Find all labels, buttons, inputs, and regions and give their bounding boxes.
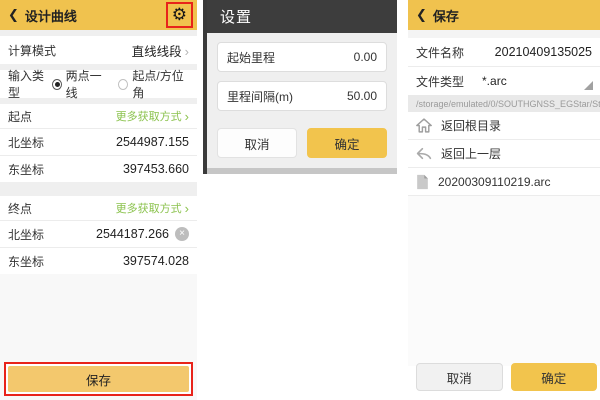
home-icon xyxy=(416,118,432,133)
dialog-cancel-button[interactable]: 取消 xyxy=(217,128,297,158)
save-button[interactable]: 保存 xyxy=(8,366,189,392)
annotation-box-gear: ⚙ xyxy=(166,2,193,28)
chevron-right-icon: › xyxy=(185,201,189,216)
east-label: 东坐标 xyxy=(8,161,44,178)
filename-label: 文件名称 xyxy=(416,44,464,61)
calc-mode-value: 直线线段› xyxy=(132,41,189,60)
start-north-row: 北坐标 2544987.155 xyxy=(0,129,197,155)
filetype-row[interactable]: 文件类型 *.arc xyxy=(408,67,600,95)
start-point-label: 起点 xyxy=(8,108,32,125)
design-curve-screen: ❮ 设计曲线 ⚙ 计算模式 直线线段› 输入类型 两点一线 xyxy=(0,0,197,400)
end-east-row: 东坐标 397574.028 xyxy=(0,248,197,274)
radio-azimuth[interactable]: 起点/方位角 xyxy=(118,67,189,101)
north-label: 北坐标 xyxy=(8,226,44,243)
list-item-up-dir[interactable]: 返回上一层 xyxy=(408,140,600,167)
filetype-value: *.arc xyxy=(482,74,507,88)
file-icon xyxy=(416,174,429,190)
north-label: 北坐标 xyxy=(8,134,44,151)
chevron-right-icon: › xyxy=(185,44,189,59)
interval-label: 里程间隔(m) xyxy=(227,88,293,105)
end-east-value[interactable]: 397574.028 xyxy=(123,254,189,268)
filetype-label: 文件类型 xyxy=(416,73,464,90)
list-item-root-dir[interactable]: 返回根目录 xyxy=(408,112,600,139)
calc-mode-row[interactable]: 计算模式 直线线段› xyxy=(0,36,197,64)
list-item-label: 返回根目录 xyxy=(441,117,501,134)
back-icon[interactable]: ❮ xyxy=(416,7,427,23)
start-point-section-row: 起点 更多获取方式› xyxy=(0,104,197,128)
screenshot-composite: ❮ 设计曲线 ⚙ 计算模式 直线线段› 输入类型 两点一线 xyxy=(0,0,600,400)
input-type-row: 输入类型 两点一线 起点/方位角 xyxy=(0,70,197,98)
list-item-file[interactable]: 20200309110219.arc xyxy=(408,168,600,195)
list-item-label: 20200309110219.arc xyxy=(438,175,551,189)
chevron-right-icon: › xyxy=(185,109,189,124)
radio-selected-icon xyxy=(52,79,62,90)
end-north-value[interactable]: 2544187.266 xyxy=(96,227,169,241)
design-curve-header: ❮ 设计曲线 ⚙ xyxy=(0,0,197,30)
filename-value: 20210409135025 xyxy=(495,45,592,59)
interval-field[interactable]: 里程间隔(m) 50.00 xyxy=(217,81,387,111)
dialog-confirm-button[interactable]: 确定 xyxy=(307,128,387,158)
settings-gear-icon[interactable]: ⚙ xyxy=(172,5,187,25)
dialog-title-bar: 设置 xyxy=(207,0,397,33)
interval-value: 50.00 xyxy=(347,89,377,103)
save-header: ❮ 保存 xyxy=(408,0,600,30)
back-icon[interactable]: ❮ xyxy=(8,7,19,23)
filename-row[interactable]: 文件名称 20210409135025 xyxy=(408,38,600,66)
save-file-screen: ❮ 保存 文件名称 20210409135025 文件类型 *.arc /sto… xyxy=(408,0,600,400)
end-north-value-wrap: 2544187.266 × xyxy=(96,227,189,241)
start-east-value[interactable]: 397453.660 xyxy=(123,162,189,176)
annotation-box-save: 保存 xyxy=(4,362,193,396)
east-label: 东坐标 xyxy=(8,253,44,270)
start-mileage-field[interactable]: 起始里程 0.00 xyxy=(217,42,387,72)
settings-dialog-screen: 设置 起始里程 0.00 里程间隔(m) 50.00 取消 确定 xyxy=(203,0,397,400)
clear-input-icon[interactable]: × xyxy=(175,227,189,241)
start-north-value[interactable]: 2544987.155 xyxy=(116,135,189,149)
save-cancel-button[interactable]: 取消 xyxy=(416,363,503,391)
input-type-label: 输入类型 xyxy=(8,67,52,101)
end-north-row: 北坐标 2544187.266 × xyxy=(0,221,197,247)
page-title: 保存 xyxy=(433,6,459,25)
empty-area xyxy=(408,196,600,366)
start-east-row: 东坐标 397453.660 xyxy=(0,156,197,182)
save-confirm-button[interactable]: 确定 xyxy=(511,363,598,391)
start-mileage-label: 起始里程 xyxy=(227,49,275,66)
dimmed-background-strip xyxy=(207,168,397,174)
end-more-link[interactable]: 更多获取方式› xyxy=(116,200,189,216)
current-path-bar: /storage/emulated/0/SOUTHGNSS_EGStar/Sta… xyxy=(408,95,600,112)
dialog-body: 起始里程 0.00 里程间隔(m) 50.00 取消 确定 xyxy=(207,33,397,168)
settings-dialog: 设置 起始里程 0.00 里程间隔(m) 50.00 取消 确定 xyxy=(203,0,397,174)
start-mileage-value: 0.00 xyxy=(354,50,377,64)
end-point-section-row: 终点 更多获取方式› xyxy=(0,196,197,220)
divider xyxy=(0,182,197,196)
end-point-label: 终点 xyxy=(8,200,32,217)
list-item-label: 返回上一层 xyxy=(441,145,501,162)
page-title: 设计曲线 xyxy=(25,6,77,25)
radio-unselected-icon xyxy=(118,79,128,90)
divider xyxy=(408,30,600,38)
dropdown-corner-icon xyxy=(584,81,593,90)
current-path: /storage/emulated/0/SOUTHGNSS_EGStar/Sta… xyxy=(416,99,600,109)
dialog-title: 设置 xyxy=(220,6,252,27)
radio-two-points[interactable]: 两点一线 xyxy=(52,67,109,101)
back-arrow-icon xyxy=(416,147,432,160)
start-more-link[interactable]: 更多获取方式› xyxy=(116,108,189,124)
calc-mode-label: 计算模式 xyxy=(8,42,56,59)
